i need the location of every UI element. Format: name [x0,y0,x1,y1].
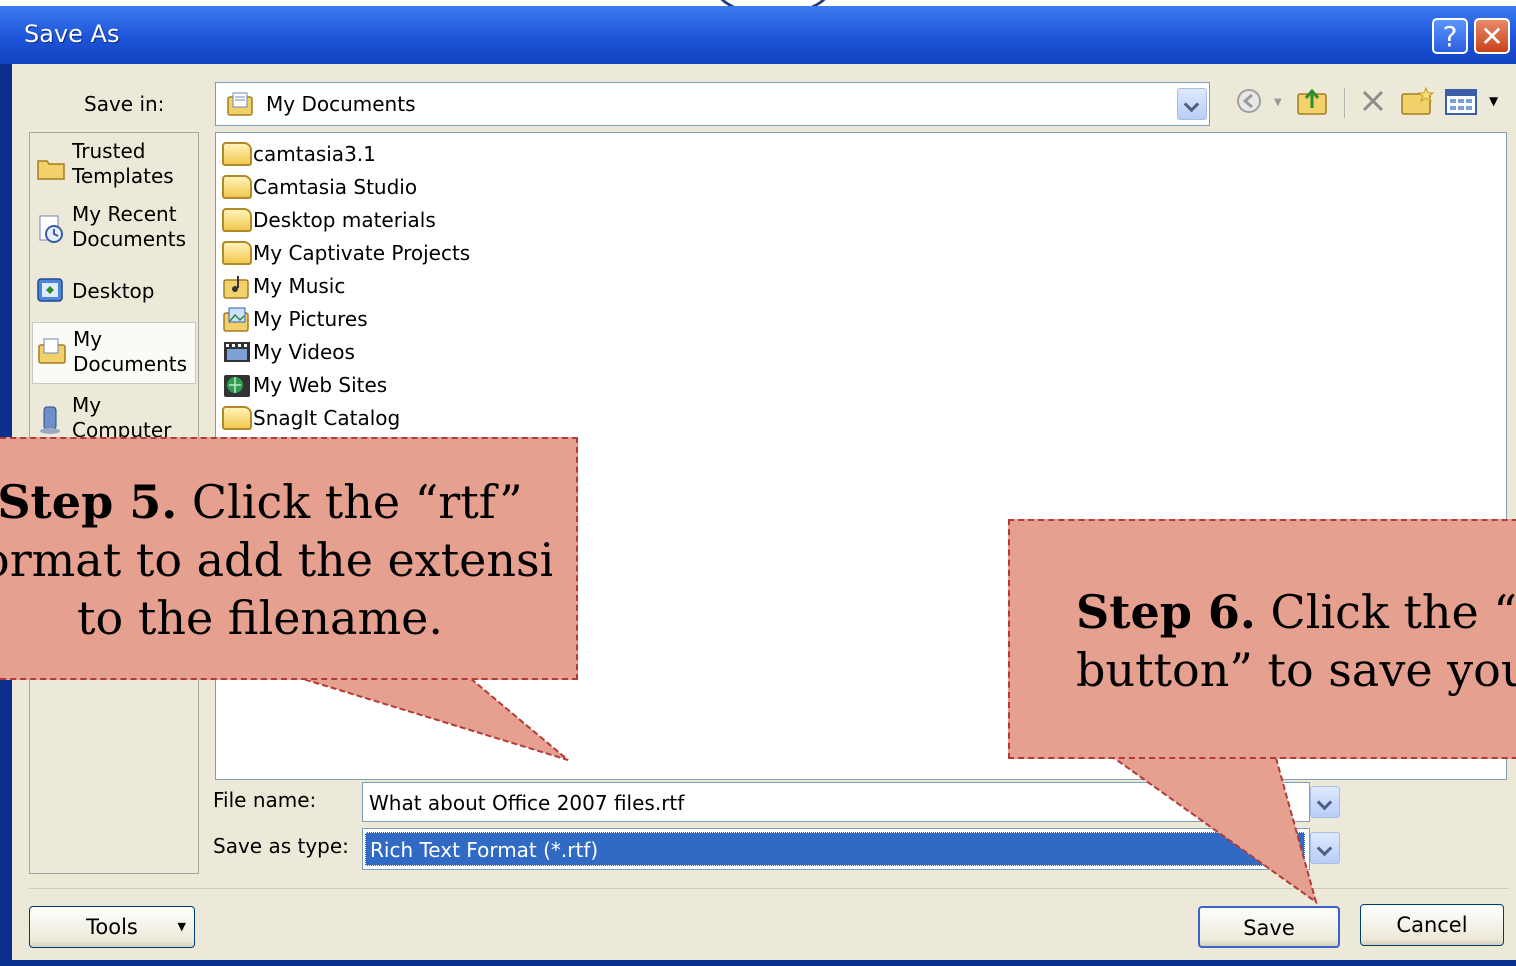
folder-icon [222,175,252,199]
views-dropdown-icon[interactable]: ▼ [1489,94,1498,108]
callout-step5-line2: ormat to add the extension [0,533,552,587]
callout-step5-line3: to the filename. [77,591,443,645]
save-in-combo[interactable]: My Documents [215,82,1210,126]
recent-documents-icon [36,214,66,243]
back-dropdown-icon[interactable]: ▼ [1274,97,1282,108]
chevron-down-icon: ▼ [177,920,186,933]
toolbar-separator [1344,88,1345,118]
my-documents-icon [226,91,254,117]
places-my-recent-documents[interactable]: My Recent Documents [32,202,196,258]
save-button[interactable]: Save [1198,906,1340,948]
callout-step5-label: Step 5. [0,475,178,529]
views-icon[interactable] [1444,86,1478,123]
folder-icon [36,155,66,181]
save-in-value: My Documents [266,92,416,116]
help-button[interactable]: ? [1432,18,1468,54]
folder-icon [222,208,252,232]
web-folder-icon [222,373,252,397]
delete-icon[interactable] [1358,86,1388,123]
callout-step6-pointer [1110,757,1318,905]
places-my-documents[interactable]: My Documents [32,322,196,384]
my-documents-icon [37,337,67,364]
music-folder-icon [222,274,252,299]
save-as-type-value: Rich Text Format (*.rtf) [370,838,599,862]
my-computer-icon [36,405,66,434]
callout-step6: Step 6. Click the “Sa button” to save yo… [1008,519,1516,759]
cancel-button[interactable]: Cancel [1360,904,1504,946]
up-one-level-icon[interactable] [1296,86,1330,123]
title-bar: Save As ? ✕ [0,6,1516,64]
callout-step6-line2: button” to save your [1076,643,1516,697]
places-trusted-templates[interactable]: Trusted Templates [32,139,196,195]
folder-icon [222,241,252,265]
callout-step5-line1: Click the “rtf” [177,475,523,529]
folder-icon [222,406,252,430]
pictures-folder-icon [222,307,252,332]
dialog-title: Save As [24,20,120,48]
places-desktop[interactable]: Desktop [32,275,196,309]
callout-step5-pointer [300,677,569,761]
new-folder-icon[interactable] [1400,86,1435,123]
file-name-value: What about Office 2007 files.rtf [369,791,685,815]
back-icon[interactable] [1234,86,1264,123]
save-in-label: Save in: [84,92,165,116]
desktop-icon [36,277,66,303]
close-button[interactable]: ✕ [1474,18,1510,54]
callout-step5: Step 5. Click the “rtf” ormat to add the… [0,437,578,680]
tools-button[interactable]: Tools ▼ [29,906,195,948]
videos-folder-icon [222,340,252,364]
save-as-type-label: Save as type: [213,834,349,858]
folder-icon [222,142,252,166]
callout-step6-label: Step 6. [1076,585,1256,639]
file-name-label: File name: [213,788,317,812]
save-in-dropdown-button[interactable] [1177,88,1207,120]
callout-step6-line1: Click the “Sa [1270,585,1516,639]
tools-label: Tools [86,915,138,939]
